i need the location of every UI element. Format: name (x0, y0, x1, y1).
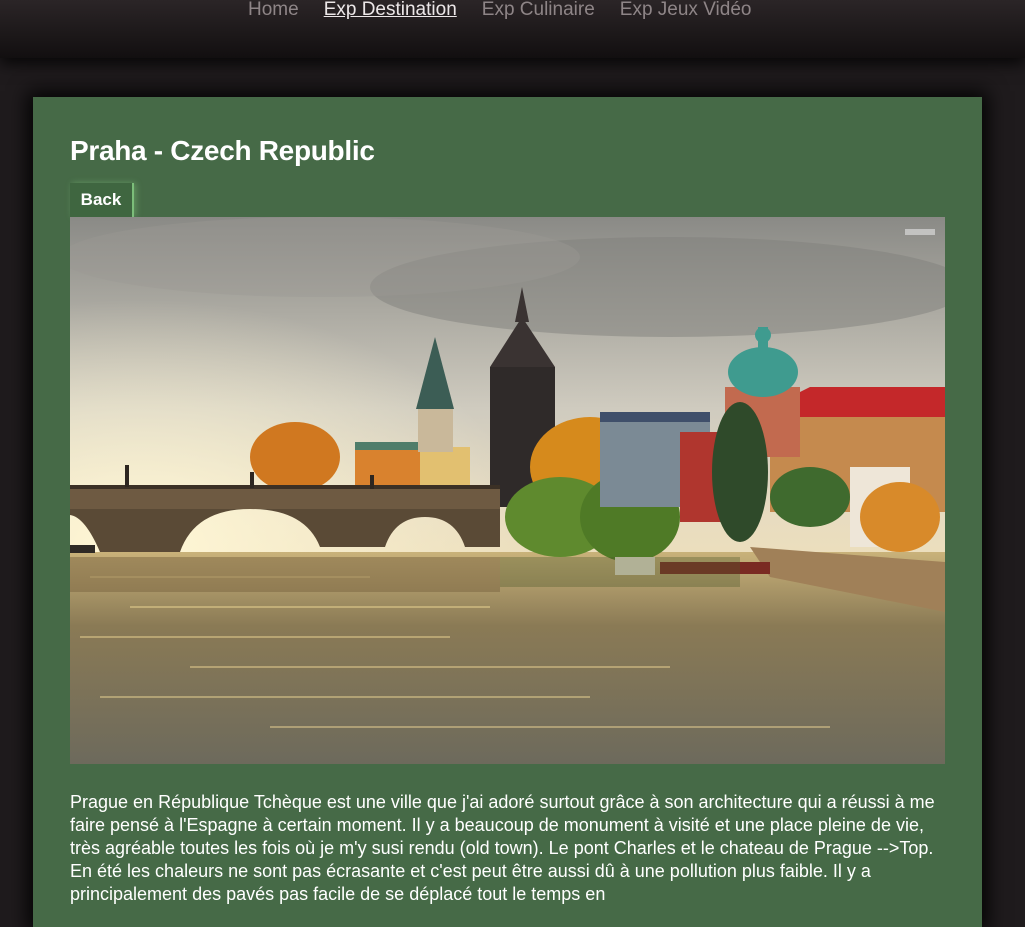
prague-charles-bridge-photo (70, 217, 945, 764)
nav-link-exp-culinaire[interactable]: Exp Culinaire (482, 0, 595, 22)
destination-description: Prague en République Tchèque est une vil… (70, 792, 935, 904)
nav-link-home[interactable]: Home (248, 0, 299, 22)
back-button[interactable]: Back (70, 183, 134, 217)
top-navigation-bar: Home Exp Destination Exp Culinaire Exp J… (0, 0, 1025, 58)
nav-link-exp-destination[interactable]: Exp Destination (324, 0, 457, 22)
destination-title: Praha - Czech Republic (70, 135, 375, 166)
nav-links: Home Exp Destination Exp Culinaire Exp J… (248, 0, 776, 22)
destination-card: Praha - Czech Republic Back Prague en Ré… (33, 97, 982, 927)
nav-link-exp-jeux-video[interactable]: Exp Jeux Vidéo (620, 0, 752, 22)
